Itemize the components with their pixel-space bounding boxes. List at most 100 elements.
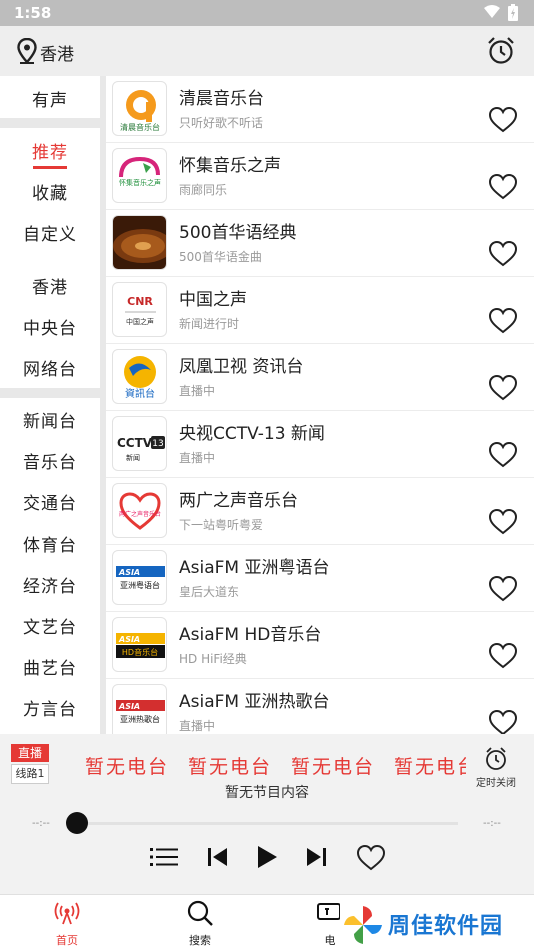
previous-icon[interactable]: [207, 844, 229, 870]
favorite-heart-icon[interactable]: [488, 240, 518, 268]
favorite-heart-icon[interactable]: [488, 709, 518, 734]
favorite-heart-icon[interactable]: [488, 642, 518, 670]
category-sidebar: 有声 推荐 收藏 自定义 香港 中央台 网络台 新闻台 音乐台 交通台 体育台 …: [0, 76, 106, 734]
alarm-clock-icon[interactable]: [486, 36, 516, 66]
station-subtitle: 只听好歌不听话: [179, 116, 264, 130]
watermark-text: 周佳软件园: [388, 914, 504, 939]
sidebar-item-recommend[interactable]: 推荐: [0, 138, 100, 163]
station-logo-text: ASIA: [118, 702, 140, 711]
sidebar-item-custom[interactable]: 自定义: [0, 220, 100, 245]
location-pin-icon[interactable]: [17, 38, 37, 64]
favorite-heart-icon[interactable]: [488, 173, 518, 201]
location-label[interactable]: 香港: [40, 40, 74, 65]
station-logo-text: CNR: [127, 295, 153, 308]
station-logo-text: CCTV: [117, 436, 153, 450]
marquee-text: 暂无电台: [394, 756, 466, 778]
favorite-heart-icon[interactable]: [488, 441, 518, 469]
station-logo-text: 怀集音乐之声: [119, 178, 161, 187]
station-logo: 資訊台: [112, 349, 167, 404]
sidebar-item-sports[interactable]: 体育台: [0, 531, 100, 556]
station-row[interactable]: 两广之声音乐台 两广之声音乐台 下一站粤听粤爱: [106, 478, 534, 545]
station-logo-text: ASIA: [118, 635, 140, 644]
station-row[interactable]: 500首华语经典 500首华语金曲: [106, 210, 534, 277]
sidebar-item-economy[interactable]: 经济台: [0, 572, 100, 597]
favorite-heart-icon[interactable]: [488, 374, 518, 402]
nav-label: 搜索: [189, 934, 211, 947]
sidebar-item-music[interactable]: 音乐台: [0, 448, 100, 473]
station-row[interactable]: ASIA 亚洲热歌台 AsiaFM 亚洲热歌台 直播中: [106, 679, 534, 734]
marquee-text: 暂无电台: [85, 756, 170, 778]
sidebar-item-central[interactable]: 中央台: [0, 314, 100, 339]
sidebar-item-voice[interactable]: 有声: [0, 86, 100, 111]
elapsed-time: --:--: [32, 818, 50, 829]
sidebar-item-network[interactable]: 网络台: [0, 355, 100, 380]
station-subtitle: 500首华语金曲: [179, 250, 262, 264]
station-subtitle: 新闻进行时: [179, 317, 240, 331]
station-name: 央视CCTV-13 新闻: [179, 424, 325, 444]
site-watermark: 周佳软件园: [340, 902, 530, 946]
station-logo-graphic: CNR 中国之声: [125, 295, 156, 326]
play-icon[interactable]: [255, 844, 279, 870]
station-logo-graphic: 清晨音乐台: [120, 90, 160, 132]
station-logo-subtext: HD音乐台: [122, 647, 158, 657]
station-row[interactable]: CCTV 13 新闻 央视CCTV-13 新闻 直播中: [106, 411, 534, 478]
station-logo-number: 13: [152, 439, 163, 449]
pinwheel-logo-icon: [344, 906, 382, 944]
station-logo-subtext: 新闻: [126, 453, 140, 462]
progress-knob[interactable]: [66, 812, 88, 834]
station-logo-subtext: 亚洲热歌台: [120, 714, 160, 724]
station-logo-graphic: ASIA 亚洲粤语台: [116, 566, 165, 591]
sidebar-item-news[interactable]: 新闻台: [0, 407, 100, 432]
program-info: 暂无节目内容: [225, 785, 309, 801]
favorite-heart-icon[interactable]: [488, 307, 518, 335]
station-logo: ASIA 亚洲热歌台: [112, 684, 167, 734]
favorite-heart-icon[interactable]: [488, 106, 518, 134]
station-row[interactable]: ASIA 亚洲粤语台 AsiaFM 亚洲粤语台 皇后大道东: [106, 545, 534, 612]
sidebar-item-opera[interactable]: 曲艺台: [0, 654, 100, 679]
station-name: AsiaFM 亚洲粤语台: [179, 558, 330, 578]
station-list[interactable]: 清晨音乐台 清晨音乐台 只听好歌不听话 怀集音乐之声 怀集音乐之声 雨廊同乐 5…: [106, 76, 534, 734]
nav-label: 首页: [56, 934, 78, 947]
sidebar-item-arts[interactable]: 文艺台: [0, 613, 100, 638]
sidebar-item-favorites[interactable]: 收藏: [0, 179, 100, 204]
station-row[interactable]: ASIA HD音乐台 AsiaFM HD音乐台 HD HiFi经典: [106, 612, 534, 679]
station-row[interactable]: 資訊台 凤凰卫视 资讯台 直播中: [106, 344, 534, 411]
progress-track[interactable]: [75, 822, 458, 825]
station-name: 中国之声: [179, 290, 247, 310]
station-subtitle: 直播中: [179, 719, 216, 733]
tv-icon: [317, 903, 341, 920]
live-badge: 直播: [11, 744, 49, 762]
nav-search[interactable]: 搜索: [160, 895, 240, 950]
station-row[interactable]: 清晨音乐台 清晨音乐台 只听好歌不听话: [106, 76, 534, 143]
favorite-heart-icon[interactable]: [488, 575, 518, 603]
station-logo-subtext: 中国之声: [126, 317, 154, 326]
station-logo-text: 两广之声音乐台: [119, 510, 161, 518]
station-logo: 两广之声音乐台: [112, 483, 167, 538]
station-subtitle: 直播中: [179, 384, 216, 398]
sidebar-item-traffic[interactable]: 交通台: [0, 489, 100, 514]
line-selector[interactable]: 线路1: [11, 764, 49, 784]
station-logo-graphic: 两广之声音乐台: [119, 492, 161, 530]
nav-home[interactable]: 首页: [27, 895, 107, 950]
favorite-heart-icon[interactable]: [356, 844, 386, 872]
timer-icon[interactable]: [485, 747, 507, 771]
next-icon[interactable]: [305, 844, 327, 870]
timer-label[interactable]: 定时关闭: [472, 774, 520, 789]
playlist-icon[interactable]: [150, 844, 178, 870]
station-logo-text: 清晨音乐台: [120, 122, 160, 132]
station-subtitle: 直播中: [179, 451, 216, 465]
sidebar-item-dialect[interactable]: 方言台: [0, 695, 100, 720]
station-logo: 清晨音乐台: [112, 81, 167, 136]
station-logo: 怀集音乐之声: [112, 148, 167, 203]
battery-icon: [508, 4, 518, 21]
sidebar-item-hongkong[interactable]: 香港: [0, 273, 100, 298]
station-logo: ASIA HD音乐台: [112, 617, 167, 672]
station-row[interactable]: CNR 中国之声 中国之声 新闻进行时: [106, 277, 534, 344]
station-subtitle: 雨廊同乐: [179, 183, 228, 197]
favorite-heart-icon[interactable]: [488, 508, 518, 536]
radio-icon: [54, 902, 80, 925]
station-logo-text: 資訊台: [125, 387, 155, 400]
mini-player: 直播 线路1 暂无电台暂无电台暂无电台暂无电台 暂无节目内容 定时关闭 --:-…: [0, 734, 534, 894]
station-row[interactable]: 怀集音乐之声 怀集音乐之声 雨廊同乐: [106, 143, 534, 210]
station-logo-graphic: CCTV 13 新闻: [117, 436, 165, 462]
